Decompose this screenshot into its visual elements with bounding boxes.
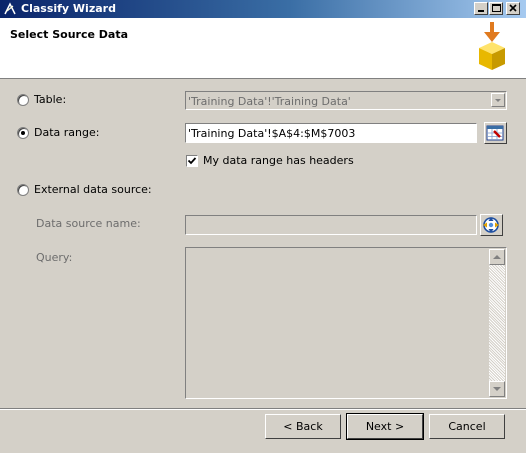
cancel-button[interactable]: Cancel xyxy=(429,414,505,439)
classify-wizard-window: Classify Wizard Select Source Data Table… xyxy=(0,0,526,453)
data-range-input[interactable]: 'Training Data'!$A$4:$M$7003 xyxy=(185,123,477,143)
back-button[interactable]: < Back xyxy=(265,414,341,439)
title-bar[interactable]: Classify Wizard xyxy=(0,0,526,18)
scroll-down-icon xyxy=(493,387,501,391)
query-textarea[interactable] xyxy=(185,247,507,399)
external-source-label: External data source: xyxy=(34,183,152,196)
data-source-name-input[interactable] xyxy=(185,215,477,235)
data-source-icon xyxy=(483,217,499,233)
table-dropdown-value: 'Training Data'!'Training Data' xyxy=(188,95,351,108)
close-icon xyxy=(509,4,517,12)
classify-icon xyxy=(4,2,16,15)
maximize-icon xyxy=(492,4,501,12)
table-label: Table: xyxy=(34,93,67,106)
data-range-value: 'Training Data'!$A$4:$M$7003 xyxy=(188,127,356,140)
query-scrollbar[interactable] xyxy=(489,249,505,397)
minimize-button[interactable] xyxy=(474,2,488,15)
database-import-icon xyxy=(479,22,505,70)
wizard-header: Select Source Data xyxy=(0,18,526,79)
headers-checkbox[interactable] xyxy=(186,155,198,167)
dropdown-arrow-button[interactable] xyxy=(491,93,505,107)
external-source-radio[interactable] xyxy=(17,184,29,196)
footer-separator-highlight xyxy=(0,409,526,410)
next-button[interactable]: Next > xyxy=(346,413,424,440)
checkmark-icon xyxy=(187,157,197,165)
minimize-icon xyxy=(478,10,484,12)
maximize-button[interactable] xyxy=(489,2,503,15)
data-source-picker-button[interactable] xyxy=(480,214,503,236)
data-range-radio[interactable] xyxy=(17,127,29,139)
scroll-up-icon xyxy=(493,255,501,259)
headers-label: My data range has headers xyxy=(203,154,354,167)
table-dropdown[interactable]: 'Training Data'!'Training Data' xyxy=(185,91,507,110)
query-label: Query: xyxy=(36,251,73,264)
data-range-label: Data range: xyxy=(34,126,100,139)
table-radio[interactable] xyxy=(17,94,29,106)
page-title: Select Source Data xyxy=(10,28,129,41)
chevron-down-icon xyxy=(495,99,501,102)
scroll-down-button[interactable] xyxy=(489,381,505,397)
scroll-up-button[interactable] xyxy=(489,249,505,265)
range-picker-button[interactable] xyxy=(484,122,507,144)
range-picker-icon xyxy=(486,125,504,141)
close-button[interactable] xyxy=(506,2,520,15)
window-title: Classify Wizard xyxy=(21,2,116,15)
data-source-name-label: Data source name: xyxy=(36,217,141,230)
